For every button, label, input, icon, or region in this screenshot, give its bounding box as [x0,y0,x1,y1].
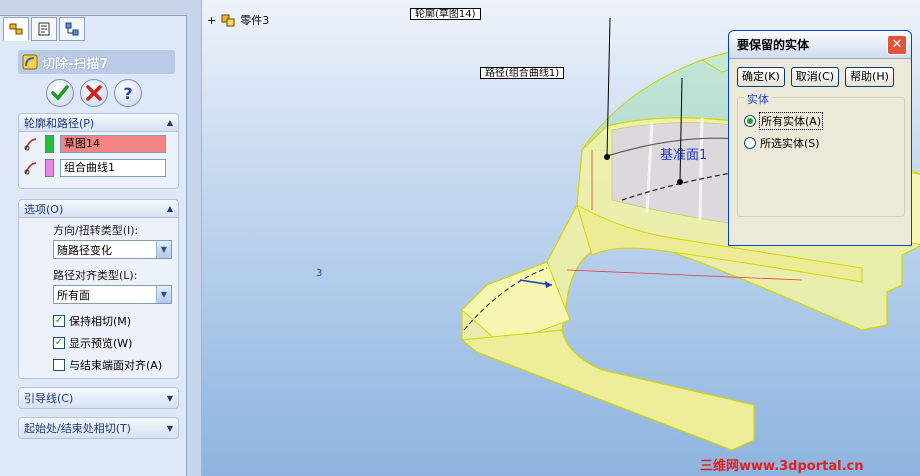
dialog-title-bar[interactable]: 要保留的实体 ✕ [729,31,911,59]
guide-curves-label: 引导线(C) [24,392,74,405]
keep-tangency-checkbox[interactable]: ✓ [53,315,65,327]
bodies-group-label: 实体 [744,91,772,107]
property-sheet-icon [38,22,50,36]
configuration-manager-tab[interactable] [59,17,85,41]
path-alignment-select[interactable]: 所有面 ▼ [53,285,172,304]
selected-bodies-option[interactable]: 所选实体(S) [738,132,904,154]
path-alignment-label: 路径对齐类型(L): [53,269,138,282]
path-color-chip [45,159,54,177]
expand-chevron-icon[interactable]: ▼ [167,394,173,403]
collapse-chevron-icon[interactable]: ▲ [167,204,173,213]
property-manager-tab[interactable] [31,17,57,41]
orientation-label: 方向/扭转类型(I): [53,224,139,237]
keep-tangency-option[interactable]: ✓ 保持相切(M) [19,310,178,332]
profile-path-group: 轮廓和路径(P) ▲ 草图14 组合曲线1 [18,113,179,189]
align-end-faces-option[interactable]: 与结束端面对齐(A) [19,354,178,376]
pane-tab-strip [0,0,187,16]
orientation-select[interactable]: 随路径变化 ▼ [53,240,172,259]
profile-path-header[interactable]: 轮廓和路径(P) ▲ [19,114,178,132]
profile-color-chip [45,135,54,153]
selected-bodies-label: 所选实体(S) [760,137,820,150]
property-manager: 切除-扫描7 ? 轮廓和路径(P) ▲ 草图14 组合曲线1 选项(O) ▲ 方… [0,0,187,476]
keep-tangency-label: 保持相切(M) [69,315,132,328]
selected-bodies-radio[interactable] [744,137,756,149]
dialog-cancel-button[interactable]: 取消(C) [790,67,840,87]
start-end-tangency-header[interactable]: 起始处/结束处相切(T) ▼ [19,418,178,438]
all-bodies-radio[interactable] [744,115,756,127]
cancel-button[interactable] [80,79,108,107]
svg-text:?: ? [123,84,132,102]
cut-sweep-icon [22,54,38,70]
all-bodies-label: 所有实体(A) [758,112,824,130]
watermark: 三维网www.3dportal.cn [700,459,864,474]
dialog-ok-button[interactable]: 确定(K) [737,67,785,87]
feature-tree-icon [9,23,23,35]
profile-sketch-icon [24,138,37,151]
feature-title: 切除-扫描7 [42,56,109,72]
feature-manager-tab[interactable] [3,17,29,41]
tree-expander[interactable]: + [207,14,216,27]
dialog-help-button[interactable]: 帮助(H) [845,67,894,87]
show-preview-option[interactable]: ✓ 显示预览(W) [19,332,178,354]
manager-tabs [3,17,85,43]
tree-part-name: 零件3 [240,14,270,27]
path-selection-field[interactable]: 组合曲线1 [60,159,166,177]
base-front [460,329,755,451]
align-end-faces-checkbox[interactable] [53,359,65,371]
part-icon [221,14,235,27]
align-end-faces-label: 与结束端面对齐(A) [69,359,163,372]
start-end-tangency-label: 起始处/结束处相切(T) [24,422,132,435]
feature-title-bar: 切除-扫描7 [18,50,175,74]
close-x-icon [86,85,102,101]
start-end-tangency-group: 起始处/结束处相切(T) ▼ [18,417,179,439]
path-alignment-value: 所有面 [57,288,90,302]
options-header[interactable]: 选项(O) ▲ [19,200,178,218]
bodies-to-keep-dialog: 要保留的实体 ✕ 确定(K) 取消(C) 帮助(H) 实体 所有实体(A) 所选… [728,30,912,246]
dropdown-arrow-icon[interactable]: ▼ [156,286,171,303]
path-point [677,179,683,185]
collapse-chevron-icon[interactable]: ▲ [167,118,173,127]
close-icon[interactable]: ✕ [887,34,907,55]
pane-splitter[interactable] [187,0,202,476]
profile-selection-field[interactable]: 草图14 [60,135,166,153]
bodies-group: 实体 所有实体(A) 所选实体(S) [737,91,905,217]
path-curve-icon [24,162,37,175]
show-preview-label: 显示预览(W) [69,337,133,350]
plane-label[interactable]: 基准面1 [660,144,707,163]
options-header-label: 选项(O) [24,202,64,216]
profile-point [604,154,610,160]
feature-action-buttons: ? [46,79,142,107]
guide-curves-header[interactable]: 引导线(C) ▼ [19,388,178,408]
checkmark-icon [51,85,69,101]
all-bodies-option[interactable]: 所有实体(A) [738,110,904,132]
profile-callout[interactable]: 轮廓(草图14) [410,8,481,20]
guide-curves-group: 引导线(C) ▼ [18,387,179,409]
path-callout[interactable]: 路径(组合曲线1) [480,67,565,79]
expand-chevron-icon[interactable]: ▼ [167,424,173,433]
show-preview-checkbox[interactable]: ✓ [53,337,65,349]
dialog-title: 要保留的实体 [737,38,810,52]
configuration-icon [65,22,79,36]
feature-tree-root[interactable]: + 零件3 [207,12,269,28]
profile-path-header-label: 轮廓和路径(P) [24,116,95,130]
dropdown-arrow-icon[interactable]: ▼ [156,241,171,258]
dialog-buttons: 确定(K) 取消(C) 帮助(H) [729,59,911,87]
profile-selection-row: 草图14 [19,132,178,156]
ok-button[interactable] [46,79,74,107]
triad-label: 3 [316,268,323,279]
path-selection-row: 组合曲线1 [19,156,178,180]
radio-selected-dot [747,118,753,124]
question-mark-icon: ? [123,84,132,102]
options-group: 选项(O) ▲ 方向/扭转类型(I): 随路径变化 ▼ 路径对齐类型(L): 所… [18,199,179,379]
orientation-value: 随路径变化 [57,243,112,257]
help-button[interactable]: ? [114,79,142,107]
